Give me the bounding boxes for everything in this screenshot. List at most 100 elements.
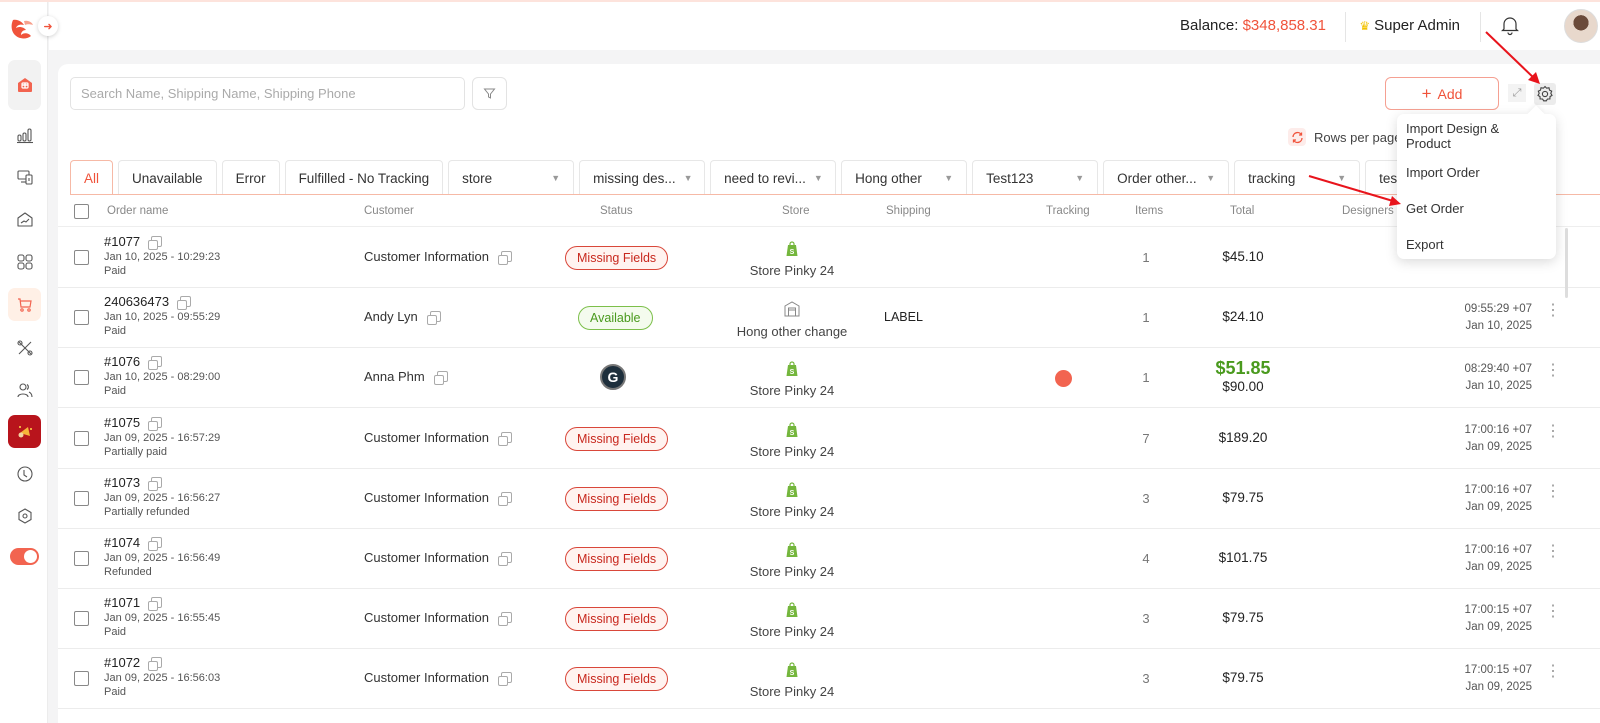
tab-need-to-revi[interactable]: need to revi... ▼ <box>710 160 837 194</box>
status-badge[interactable]: Missing Fields <box>565 667 669 692</box>
copy-icon[interactable] <box>498 672 512 687</box>
table-row[interactable]: #1072 Jan 09, 2025 - 16:56:03 Paid Custo… <box>58 649 1600 710</box>
table-row[interactable]: #1076 Jan 10, 2025 - 08:29:00 Paid Anna … <box>58 348 1600 409</box>
menu-item-import-design-product[interactable]: Import Design & Product <box>1397 118 1556 154</box>
filter-button[interactable] <box>472 77 507 110</box>
row-actions-button[interactable]: ⋮ <box>1545 544 1561 560</box>
row-actions-button[interactable]: ⋮ <box>1545 363 1561 379</box>
table-row[interactable]: #1077 Jan 10, 2025 - 10:29:23 Paid Custo… <box>58 228 1600 288</box>
copy-icon[interactable] <box>148 236 163 250</box>
customer-name[interactable]: Customer Information <box>364 490 489 505</box>
order-name[interactable]: #1073 <box>104 475 140 490</box>
copy-icon[interactable] <box>148 476 163 491</box>
customer-name[interactable]: Customer Information <box>364 670 489 685</box>
copy-icon[interactable] <box>498 491 512 506</box>
sidebar-item-settings[interactable] <box>8 499 41 532</box>
theme-toggle[interactable] <box>10 548 39 565</box>
sidebar-expand-button[interactable]: ➜ <box>38 16 58 36</box>
menu-item-export[interactable]: Export <box>1397 226 1556 262</box>
col-status[interactable]: Status <box>600 205 633 217</box>
app-logo[interactable] <box>10 16 36 42</box>
search-input[interactable] <box>70 77 465 110</box>
sidebar-item-devices[interactable] <box>8 160 41 193</box>
tab-fulfilled-no-tracking[interactable]: Fulfilled - No Tracking <box>284 160 444 194</box>
col-tracking[interactable]: Tracking <box>1046 205 1090 217</box>
refresh-button[interactable] <box>1288 128 1306 146</box>
tab-store[interactable]: store ▼ <box>448 160 575 194</box>
customer-name[interactable]: Customer Information <box>364 249 489 264</box>
col-total[interactable]: Total <box>1230 205 1254 217</box>
row-actions-button[interactable]: ⋮ <box>1545 604 1561 620</box>
row-actions-button[interactable]: ⋮ <box>1545 664 1561 680</box>
order-name[interactable]: #1072 <box>104 655 140 670</box>
status-badge[interactable]: Missing Fields <box>565 547 669 571</box>
sidebar-item-users[interactable] <box>8 373 41 406</box>
order-name[interactable]: #1074 <box>104 535 140 550</box>
tab-all[interactable]: All <box>70 160 114 194</box>
row-checkbox[interactable] <box>74 611 89 627</box>
status-badge[interactable]: Missing Fields <box>565 246 669 270</box>
copy-icon[interactable] <box>148 597 163 612</box>
status-badge[interactable]: Missing Fields <box>565 426 669 451</box>
status-badge[interactable]: Available <box>578 306 653 331</box>
status-badge[interactable]: Missing Fields <box>565 486 669 511</box>
copy-icon[interactable] <box>433 371 448 386</box>
customer-name[interactable]: Andy Lyn <box>364 309 418 324</box>
sidebar-item-analytics[interactable] <box>8 203 41 236</box>
table-row[interactable]: #1071 Jan 09, 2025 - 16:55:45 Paid Custo… <box>58 589 1600 650</box>
col-items[interactable]: Items <box>1135 205 1163 217</box>
status-badge[interactable]: Missing Fields <box>565 607 669 632</box>
sidebar-item-promotions[interactable] <box>8 415 41 448</box>
col-shipping[interactable]: Shipping <box>886 205 931 217</box>
copy-icon[interactable] <box>498 612 512 627</box>
row-checkbox[interactable] <box>74 370 89 386</box>
tab-test123[interactable]: Test123 ▼ <box>972 160 1099 194</box>
copy-icon[interactable] <box>148 537 163 551</box>
copy-icon[interactable] <box>498 431 512 446</box>
table-row[interactable]: 240636473 Jan 10, 2025 - 09:55:29 Paid A… <box>58 288 1600 349</box>
table-scrollbar[interactable] <box>1565 228 1568 298</box>
tab-unavailable[interactable]: Unavailable <box>118 160 217 194</box>
row-checkbox[interactable] <box>74 490 89 506</box>
row-checkbox[interactable] <box>74 551 89 566</box>
order-name[interactable]: #1075 <box>104 415 140 430</box>
row-actions-button[interactable]: ⋮ <box>1545 423 1561 439</box>
copy-icon[interactable] <box>148 416 163 431</box>
tab-missing-des[interactable]: missing des... ▼ <box>579 160 706 194</box>
customer-name[interactable]: Customer Information <box>364 550 489 565</box>
sidebar-item-orders[interactable] <box>8 288 41 321</box>
copy-icon[interactable] <box>426 311 441 326</box>
row-actions-button[interactable]: ⋮ <box>1545 483 1561 499</box>
sidebar-item-history[interactable] <box>8 457 41 490</box>
order-name[interactable]: #1071 <box>104 595 140 610</box>
tab-error[interactable]: Error <box>221 160 280 194</box>
user-role[interactable]: ♛ Super Admin <box>1359 17 1460 34</box>
table-row[interactable]: #1074 Jan 09, 2025 - 16:56:49 Refunded C… <box>58 529 1600 589</box>
copy-icon[interactable] <box>498 552 512 566</box>
customer-name[interactable]: Customer Information <box>364 610 489 625</box>
sidebar-item-reports[interactable] <box>8 118 41 151</box>
sidebar-item-designs[interactable] <box>8 331 41 364</box>
tracking-pending-icon[interactable] <box>1055 370 1072 388</box>
order-name[interactable]: #1076 <box>104 354 140 369</box>
order-name[interactable]: #1077 <box>104 234 140 249</box>
sidebar-item-dashboard[interactable] <box>8 60 41 110</box>
order-name[interactable]: 240636473 <box>104 294 169 309</box>
row-actions-button[interactable]: ⋮ <box>1545 303 1561 319</box>
table-row[interactable]: #1073 Jan 09, 2025 - 16:56:27 Partially … <box>58 469 1600 529</box>
col-order-name[interactable]: Order name <box>107 205 168 217</box>
row-checkbox[interactable] <box>74 671 89 687</box>
tab-hong-other[interactable]: Hong other ▼ <box>841 160 968 194</box>
tab-order-other[interactable]: Order other... ▼ <box>1103 160 1230 194</box>
row-checkbox[interactable] <box>74 310 89 326</box>
row-checkbox[interactable] <box>74 430 89 446</box>
copy-icon[interactable] <box>148 657 163 672</box>
customer-name[interactable]: Anna Phm <box>364 369 425 384</box>
col-store[interactable]: Store <box>782 205 810 217</box>
menu-item-get-order[interactable]: Get Order <box>1397 190 1556 226</box>
copy-icon[interactable] <box>148 356 163 371</box>
row-checkbox[interactable] <box>74 250 89 265</box>
menu-item-import-order[interactable]: Import Order <box>1397 154 1556 190</box>
sidebar-item-apps[interactable] <box>8 245 41 278</box>
avatar[interactable] <box>1564 9 1598 43</box>
